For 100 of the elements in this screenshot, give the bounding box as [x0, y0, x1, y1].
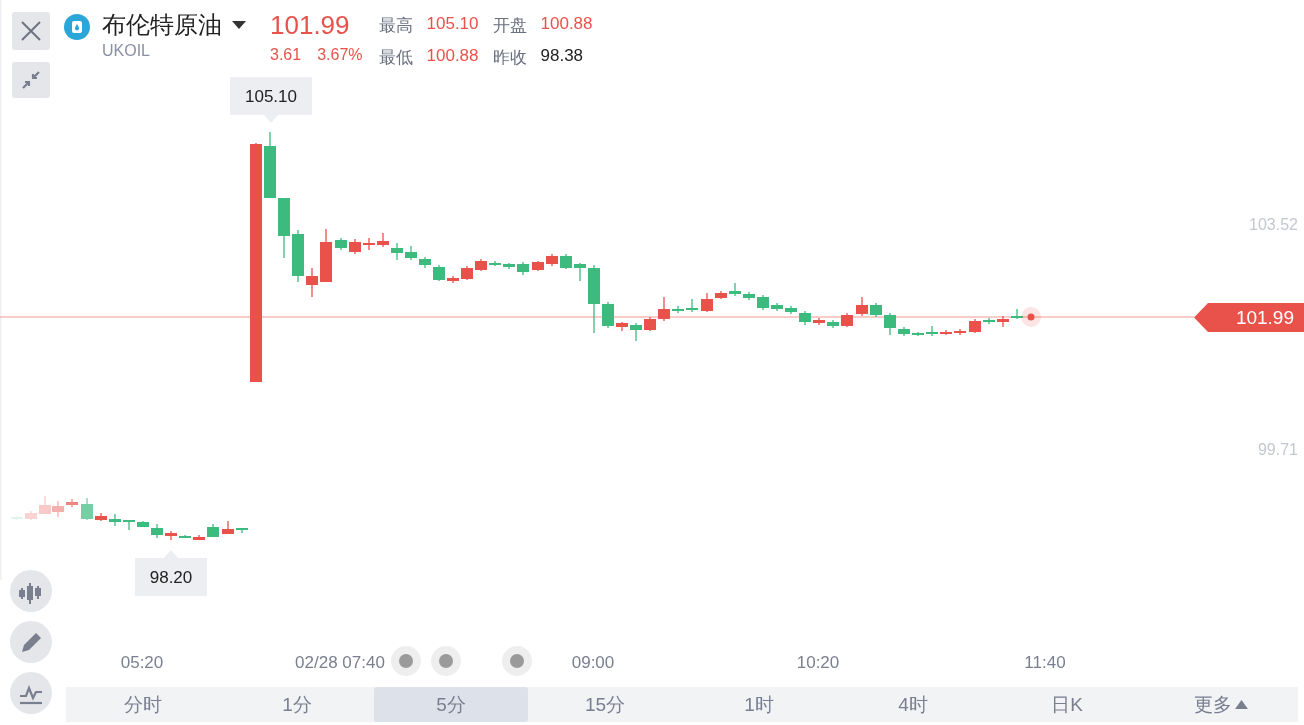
candlestick — [644, 316, 656, 332]
candlestick — [969, 318, 981, 334]
candlestick — [799, 310, 811, 326]
period-tab[interactable]: 1时 — [682, 687, 836, 722]
candlestick — [940, 329, 952, 336]
candlestick — [320, 228, 332, 283]
event-marker-icon[interactable] — [431, 646, 461, 676]
high-price-tooltip: 105.10 — [230, 77, 312, 123]
candlestick — [278, 197, 290, 259]
candlestick — [954, 328, 966, 336]
candlestick — [461, 265, 473, 281]
candlestick — [52, 500, 64, 518]
candlestick — [222, 520, 234, 535]
period-tab[interactable]: 1分 — [220, 687, 374, 722]
stat-value: 105.10 — [426, 14, 479, 35]
candlestick — [292, 229, 304, 283]
current-price-dot — [1021, 307, 1041, 327]
candlestick — [856, 296, 868, 317]
candlestick — [870, 302, 882, 318]
candlestick — [771, 302, 783, 312]
candlestick — [335, 237, 347, 251]
candlestick — [447, 275, 459, 284]
candlestick — [997, 315, 1009, 328]
candlestick — [574, 262, 586, 282]
candlestick — [475, 258, 487, 272]
more-button[interactable]: 更多 — [1144, 687, 1298, 722]
candlestick — [546, 253, 558, 267]
candlestick — [757, 294, 769, 311]
candlestick — [926, 325, 938, 337]
dropdown-caret-icon[interactable] — [232, 21, 246, 29]
candlestick — [715, 290, 727, 300]
candlestick — [532, 260, 544, 272]
candlestick — [66, 498, 78, 508]
candlestick — [686, 298, 698, 313]
time-axis-label: 05:20 — [120, 653, 164, 673]
candlestick — [983, 317, 995, 325]
candlestick — [391, 242, 403, 261]
candlestick — [503, 262, 515, 270]
drawing-tool-button[interactable] — [10, 621, 52, 663]
price-axis-label: 103.52 — [1249, 216, 1298, 234]
candlestick — [11, 515, 23, 521]
candlestick — [349, 238, 361, 255]
candlestick — [489, 260, 501, 267]
stat-label: 昨收 — [492, 47, 527, 69]
candlestick — [123, 519, 135, 531]
collapse-arrows-icon — [21, 70, 41, 90]
price-change: 3.61 — [270, 46, 302, 64]
indicator-button[interactable] — [10, 672, 52, 714]
close-button[interactable] — [12, 12, 50, 50]
instrument-symbol: UKOIL — [102, 42, 151, 60]
period-tab[interactable]: 4时 — [836, 687, 990, 722]
candlestick — [517, 261, 529, 276]
candlestick — [306, 267, 318, 298]
time-axis-label: 09:00 — [571, 653, 615, 673]
candlestick — [236, 527, 248, 534]
period-tab[interactable]: 日K — [990, 687, 1144, 722]
low-price-tooltip: 98.20 — [135, 550, 207, 596]
candlestick — [81, 497, 93, 521]
candlestick — [264, 131, 276, 199]
candlestick — [884, 312, 896, 336]
candlestick — [785, 305, 797, 315]
candlestick — [898, 326, 910, 337]
candlestick — [588, 264, 600, 334]
candlestick — [433, 264, 445, 282]
candlestick — [912, 331, 924, 337]
period-tab[interactable]: 分时 — [66, 687, 220, 722]
candlestick — [137, 520, 149, 528]
candlestick — [560, 253, 572, 270]
chart-type-button[interactable] — [10, 570, 52, 612]
candlestick — [165, 530, 177, 541]
candlestick — [729, 282, 741, 297]
price-axis-label: 99.71 — [1257, 441, 1298, 459]
instrument-name[interactable]: 布伦特原油 — [102, 10, 222, 40]
candlestick — [25, 510, 37, 521]
candlestick — [602, 301, 614, 329]
candlestick — [377, 232, 389, 248]
candlestick — [616, 321, 628, 332]
candlestick — [701, 292, 713, 313]
collapse-button[interactable] — [12, 62, 50, 98]
candlestick — [419, 256, 431, 269]
period-tab[interactable]: 5分 — [374, 687, 528, 722]
stat-value: 100.88 — [540, 14, 593, 35]
event-marker-icon[interactable] — [502, 646, 532, 676]
current-price-tag: 101.99 — [1194, 303, 1304, 332]
candlestick — [39, 495, 51, 515]
candlestick — [813, 317, 825, 326]
period-tab[interactable]: 15分 — [528, 687, 682, 722]
stat-value: 100.88 — [426, 46, 479, 67]
candlestick — [151, 523, 163, 539]
candlestick — [109, 513, 121, 527]
candlestick — [179, 534, 191, 539]
last-price: 101.99 — [270, 10, 351, 40]
candlestick — [827, 319, 839, 329]
candlestick — [672, 305, 684, 314]
stat-label: 最高 — [378, 15, 413, 37]
event-marker-icon[interactable] — [391, 646, 421, 676]
time-axis-label: 02/28 07:40 — [295, 653, 385, 673]
time-axis-label: 10:20 — [796, 653, 840, 673]
stat-value: 98.38 — [540, 46, 585, 67]
close-icon — [21, 21, 41, 41]
